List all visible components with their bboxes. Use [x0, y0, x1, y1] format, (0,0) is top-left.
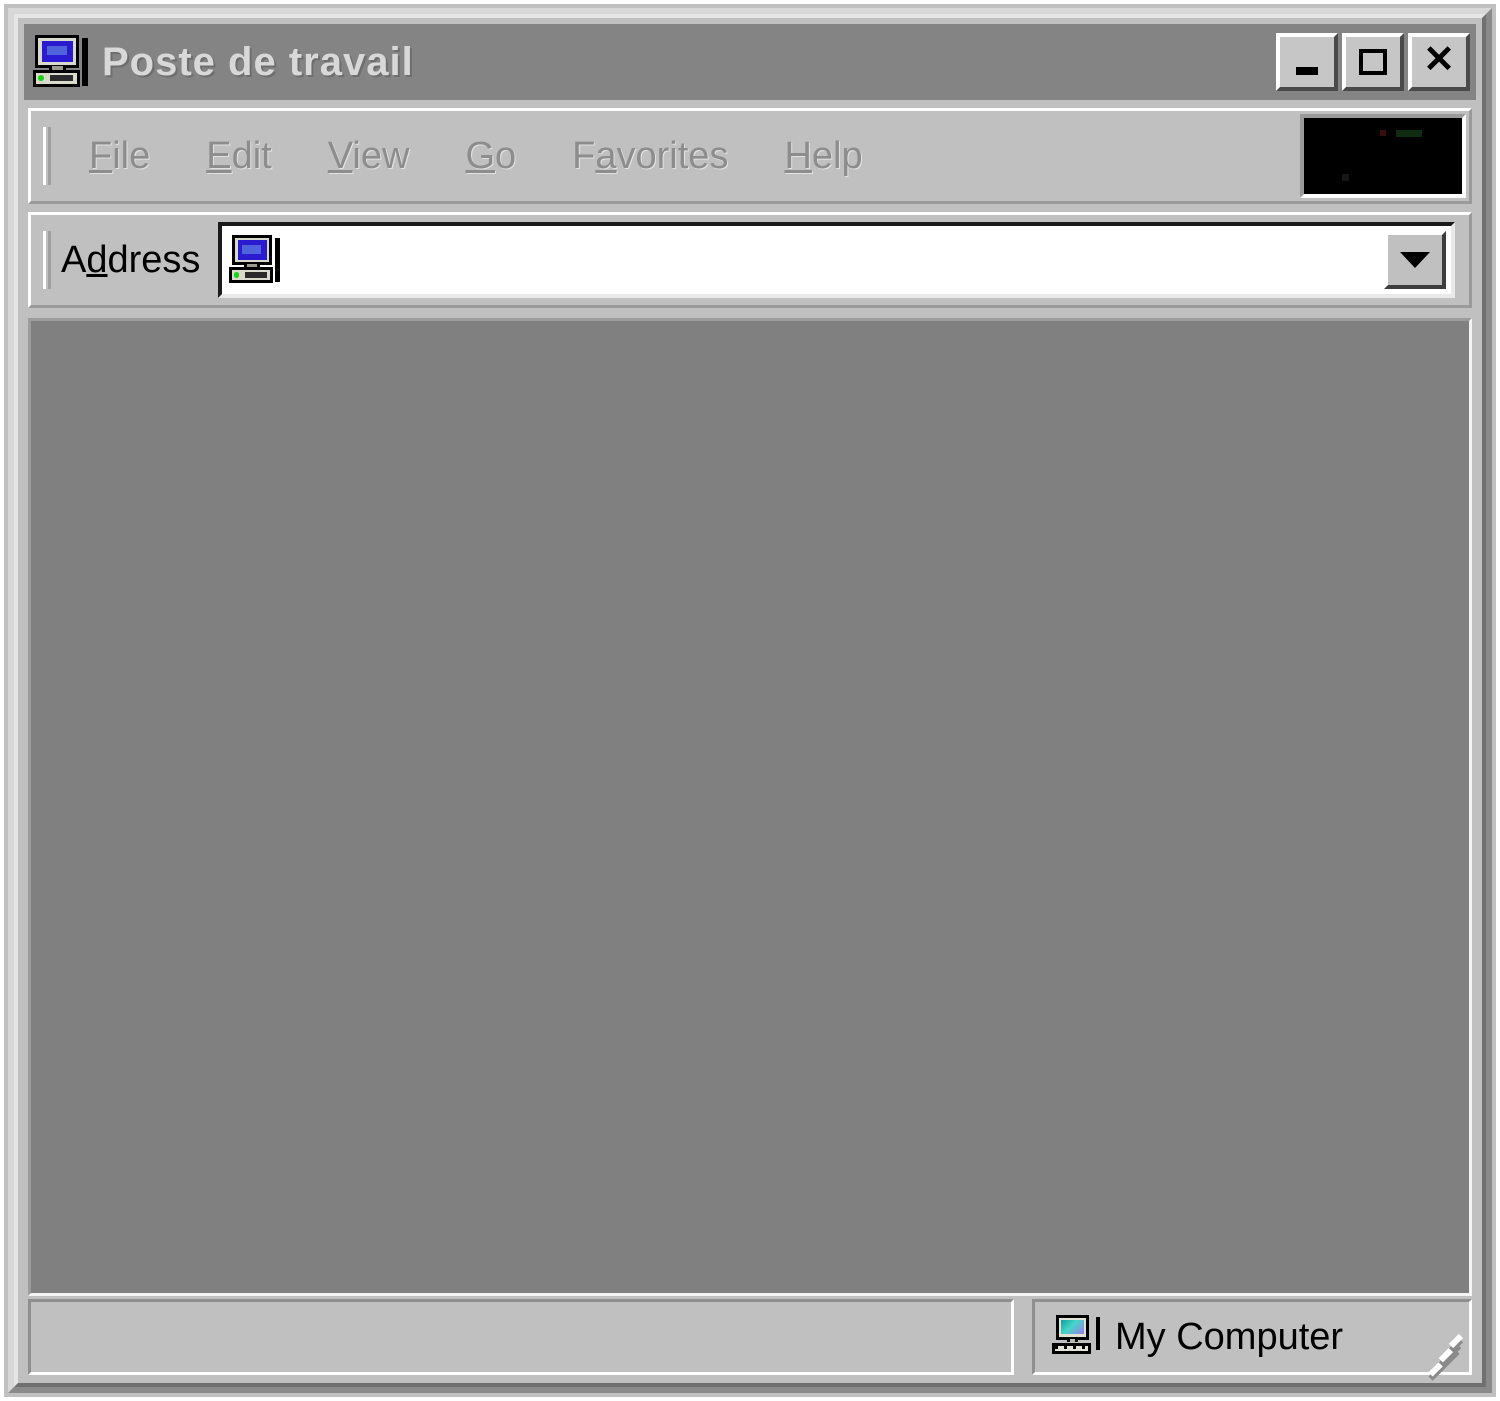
address-dropdown-button[interactable]	[1384, 231, 1446, 289]
menu-accel-favorites: a	[595, 134, 617, 177]
menu-label-edit: dit	[231, 134, 272, 177]
menu-accel-view: V	[327, 134, 353, 177]
minimize-icon	[1280, 37, 1334, 87]
menu-label-favorites: vorites	[616, 134, 729, 177]
my-computer-icon	[1051, 1314, 1101, 1360]
menu-label-help: elp	[811, 134, 863, 177]
menu-accel-edit: E	[206, 134, 232, 177]
menu-accel-file: F	[89, 134, 113, 177]
menu-accel-go: G	[465, 134, 496, 177]
menu-item-favorites[interactable]: Favorites	[544, 131, 756, 182]
titlebar[interactable]: Poste de travail ✕	[24, 24, 1476, 100]
menu-item-edit[interactable]: Edit	[178, 131, 300, 182]
maximize-button[interactable]	[1342, 33, 1404, 91]
menu-prefix-favorites: F	[572, 134, 596, 177]
maximize-icon	[1346, 37, 1400, 87]
chevron-down-icon	[1400, 252, 1430, 268]
menu-item-go[interactable]: Go	[437, 131, 544, 182]
menu-items: File Edit View Go Favorites Help	[61, 131, 891, 182]
address-input[interactable]	[288, 226, 1384, 294]
address-label: Address	[61, 239, 200, 282]
menubar: File Edit View Go Favorites Help	[28, 108, 1472, 204]
my-computer-icon	[32, 34, 88, 90]
resize-grip[interactable]	[1417, 1322, 1465, 1377]
address-label-prefix: A	[61, 238, 87, 281]
address-label-suffix: dress	[107, 238, 201, 281]
address-combobox[interactable]	[218, 222, 1455, 298]
addressbar: Address	[28, 212, 1472, 308]
menu-item-view[interactable]: View	[300, 131, 438, 182]
menu-label-go: o	[495, 134, 517, 177]
toolbar-grip[interactable]	[43, 127, 51, 185]
logo-pixel-dark	[1342, 174, 1349, 181]
status-right-text: My Computer	[1115, 1315, 1344, 1358]
status-pane-right: My Computer	[1032, 1299, 1472, 1377]
menu-label-file: ile	[112, 134, 151, 177]
window-frame-inner: Poste de travail ✕ File Edit View Go Fav…	[14, 14, 1486, 1387]
animated-logo-box[interactable]	[1300, 114, 1466, 198]
addressbar-grip[interactable]	[43, 231, 51, 289]
address-label-accel: d	[86, 238, 108, 281]
logo-pixel-green	[1396, 130, 1422, 137]
close-button[interactable]: ✕	[1408, 33, 1470, 91]
window-controls: ✕	[1276, 33, 1470, 91]
logo-pixel-red	[1380, 130, 1386, 136]
window-title: Poste de travail	[102, 39, 414, 84]
my-computer-icon	[228, 234, 281, 286]
status-pane-left	[28, 1299, 1014, 1375]
menu-item-file[interactable]: File	[61, 131, 178, 182]
window-frame-outer: Poste de travail ✕ File Edit View Go Fav…	[8, 8, 1492, 1393]
menu-label-view: iew	[352, 134, 410, 177]
file-list-area[interactable]	[28, 318, 1472, 1296]
statusbar: My Computer	[28, 1299, 1472, 1377]
menu-item-help[interactable]: Help	[756, 131, 890, 182]
menu-accel-help: H	[784, 134, 812, 177]
minimize-button[interactable]	[1276, 33, 1338, 91]
explorer-window: Poste de travail ✕ File Edit View Go Fav…	[0, 0, 1500, 1401]
close-icon: ✕	[1423, 39, 1455, 81]
